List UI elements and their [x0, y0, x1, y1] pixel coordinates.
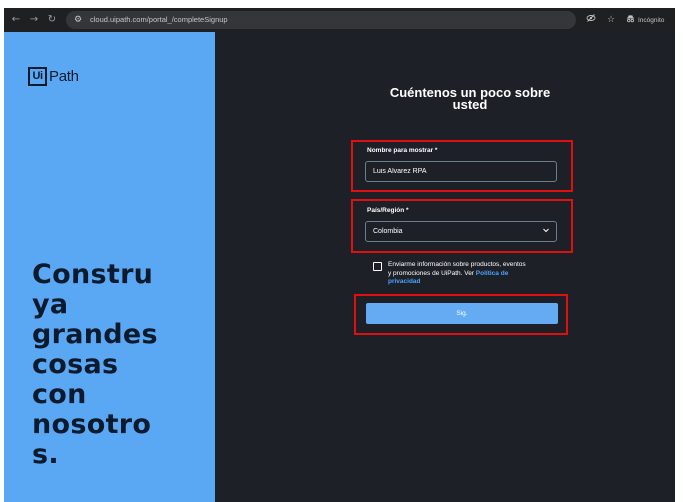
forward-icon[interactable]: → — [28, 13, 40, 27]
uipath-logo: Ui Path — [28, 66, 79, 86]
form-title-line: usted — [452, 97, 488, 112]
consent-line: y promociones de UiPath. Ver — [388, 269, 476, 277]
next-button[interactable]: Sig. — [366, 303, 558, 324]
headline-line: cosas — [32, 349, 119, 380]
chevron-down-icon — [543, 228, 549, 233]
marketing-consent-checkbox[interactable] — [373, 262, 382, 271]
site-info-icon[interactable]: ⚙ — [74, 13, 82, 27]
logo-text: Path — [49, 67, 79, 85]
headline-line: grandes — [32, 319, 158, 350]
logo-box: Ui — [28, 66, 47, 86]
display-name-input[interactable] — [365, 161, 557, 182]
headline: Constru ya grandes cosas con nosotro s. — [32, 260, 212, 470]
form-title: Cuéntenos un poco sobre usted — [365, 86, 575, 112]
eye-off-icon[interactable] — [584, 13, 598, 27]
browser-toolbar: ← → ↻ ⚙ cloud.uipath.com/portal_/complet… — [4, 8, 675, 32]
display-name-label: Nombre para mostrar * — [367, 147, 438, 154]
address-bar[interactable]: ⚙ cloud.uipath.com/portal_/completeSignu… — [66, 11, 576, 29]
browser-chrome: ← → ↻ ⚙ cloud.uipath.com/portal_/complet… — [0, 0, 683, 32]
headline-line: nosotro — [32, 409, 152, 440]
headline-line: s. — [32, 439, 59, 470]
star-icon[interactable]: ☆ — [604, 13, 618, 27]
headline-line: con — [32, 379, 87, 410]
back-icon[interactable]: ← — [10, 13, 22, 27]
privacy-policy-link[interactable]: privacidad — [388, 278, 421, 285]
marketing-consent-text: Enviarme información sobre productos, ev… — [388, 261, 526, 287]
privacy-policy-link[interactable]: Política de — [476, 270, 509, 277]
headline-line: Constru — [32, 259, 154, 290]
headline-line: ya — [32, 289, 69, 320]
signup-form-panel: Cuéntenos un poco sobre usted Nombre par… — [215, 32, 675, 502]
incognito-indicator[interactable]: Incógnito — [626, 13, 664, 27]
country-select[interactable]: Colombia — [365, 221, 557, 242]
consent-line: Enviarme información sobre productos, ev… — [388, 261, 526, 268]
url-text: cloud.uipath.com/portal_/completeSignup — [90, 15, 228, 24]
incognito-icon — [626, 14, 635, 26]
brand-panel: Ui Path Constru ya grandes cosas con nos… — [4, 32, 215, 502]
reload-icon[interactable]: ↻ — [46, 13, 58, 27]
incognito-label: Incógnito — [638, 16, 665, 24]
country-select-value: Colombia — [373, 228, 403, 235]
country-label: País/Región * — [367, 207, 409, 214]
